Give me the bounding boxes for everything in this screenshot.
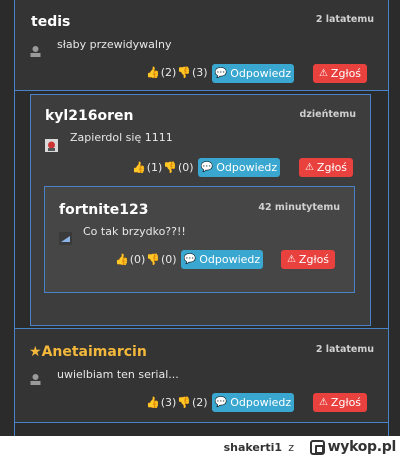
thumbs-up-icon[interactable]: 👍 (115, 253, 129, 266)
downvote-count: (2) (192, 396, 208, 409)
warning-icon: ⚠ (286, 254, 296, 265)
thumbs-down-icon[interactable]: 👎 (163, 161, 177, 174)
report-label: Zgłoś (330, 396, 362, 409)
thumbs-down-icon[interactable]: 👎 (146, 253, 160, 266)
watermark-bar: shakerti1 z wykop.pl (0, 436, 400, 458)
vote-counter: 👍 (0) 👎 (0) (115, 253, 177, 266)
reply-label: Odpowiedz (230, 67, 292, 80)
warning-icon: ⚠ (318, 68, 328, 79)
comment-text: Zapierdol się 1111 (70, 131, 173, 144)
reply-label: Odpowiedz (230, 396, 292, 409)
thumbs-down-icon[interactable]: 👎 (177, 66, 191, 79)
comment-text: słaby przewidywalny (57, 38, 172, 51)
vote-counter: 👍 (3) 👎 (2) (146, 396, 208, 409)
report-label: Zgłoś (316, 161, 348, 174)
report-button[interactable]: ⚠ Zgłoś (313, 64, 367, 83)
comments-panel: tedis 2 latatemu słaby przewidywalny 👍 (… (0, 0, 400, 436)
comment-card: ★Anetaimarcin 2 latatemu uwielbiam ten s… (14, 328, 389, 423)
report-button[interactable]: ⚠ Zgłoś (313, 393, 367, 412)
author-name: Anetaimarcin (41, 344, 147, 360)
upvote-count: (3) (160, 396, 177, 409)
report-label: Zgłoś (330, 67, 362, 80)
footer-via: z (288, 441, 294, 454)
comment-text: uwielbiam ten serial... (57, 368, 179, 381)
upvote-count: (2) (160, 66, 177, 79)
star-icon: ★ (29, 344, 42, 360)
downvote-count: (0) (178, 161, 194, 174)
avatar-icon[interactable] (45, 139, 58, 152)
speech-bubble-icon: 💬 (200, 162, 214, 173)
comment-time: 2 latatemu (315, 14, 374, 25)
comment-author[interactable]: tedis (31, 14, 70, 30)
downvote-count: (0) (161, 253, 177, 266)
warning-icon: ⚠ (318, 397, 328, 408)
speech-bubble-icon: 💬 (214, 397, 228, 408)
report-button[interactable]: ⚠ Zgłoś (281, 250, 335, 269)
reply-button[interactable]: 💬 Odpowiedz (181, 250, 263, 269)
report-button[interactable]: ⚠ Zgłoś (299, 158, 353, 177)
warning-icon: ⚠ (304, 162, 314, 173)
wykop-wordmark: wykop.pl (327, 439, 397, 455)
comment-author[interactable]: fortnite123 (59, 202, 148, 218)
speech-bubble-icon: 💬 (214, 68, 228, 79)
comment-card: tedis 2 latatemu słaby przewidywalny 👍 (… (14, 0, 389, 91)
wykop-logo-icon (309, 439, 325, 455)
comment-author[interactable]: ★Anetaimarcin (29, 344, 147, 360)
thumbs-up-icon[interactable]: 👍 (146, 396, 160, 409)
upvote-count: (0) (129, 253, 146, 266)
comment-text: Co tak brzydko??!! (83, 225, 186, 238)
comment-time: dzieńtemu (299, 109, 356, 120)
vote-counter: 👍 (1) 👎 (0) (132, 161, 194, 174)
avatar-icon[interactable] (29, 45, 42, 58)
thumbs-up-icon[interactable]: 👍 (146, 66, 160, 79)
reply-button[interactable]: 💬 Odpowiedz (212, 393, 294, 412)
comment-time: 2 latatemu (315, 344, 374, 355)
nested-reply-card: fortnite123 42 minutytemu Co tak brzydko… (44, 186, 355, 293)
avatar-icon[interactable] (59, 232, 72, 245)
wykop-logo: wykop.pl (309, 439, 397, 455)
reply-button[interactable]: 💬 Odpowiedz (198, 158, 280, 177)
reply-label: Odpowiedz (216, 161, 278, 174)
vote-counter: 👍 (2) 👎 (3) (146, 66, 208, 79)
report-label: Zgłoś (298, 253, 330, 266)
downvote-count: (3) (192, 66, 208, 79)
speech-bubble-icon: 💬 (183, 254, 197, 265)
thumbs-up-icon[interactable]: 👍 (132, 161, 146, 174)
comment-author[interactable]: kyl216oren (45, 108, 133, 124)
comment-time: 42 minutytemu (258, 202, 340, 213)
footer-username: shakerti1 (223, 441, 282, 454)
upvote-count: (1) (146, 161, 163, 174)
reply-label: Odpowiedz (199, 253, 261, 266)
avatar-icon[interactable] (29, 373, 42, 386)
reply-button[interactable]: 💬 Odpowiedz (212, 64, 294, 83)
thumbs-down-icon[interactable]: 👎 (177, 396, 191, 409)
